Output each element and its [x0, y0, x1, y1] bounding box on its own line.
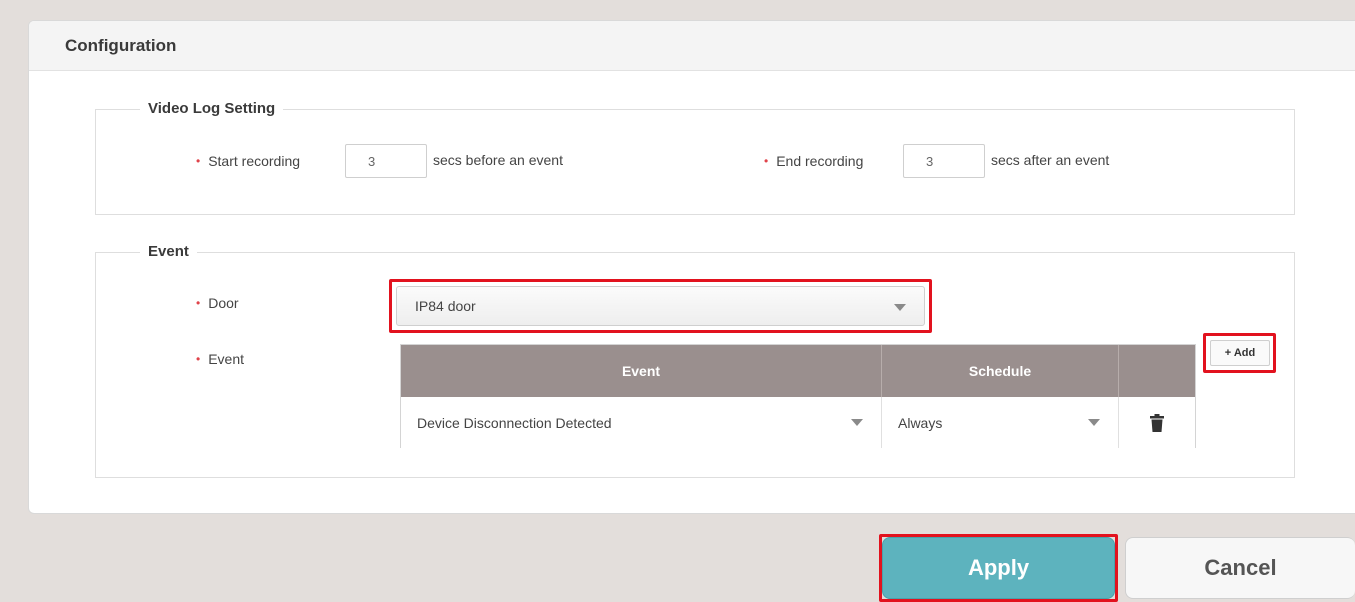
end-recording-label: • End recording — [764, 144, 863, 178]
video-log-fieldset: Video Log Setting • Start recording secs… — [95, 100, 1295, 215]
door-select[interactable]: IP84 door — [396, 286, 925, 326]
start-recording-text: Start recording — [208, 153, 301, 169]
trash-icon — [1150, 413, 1164, 432]
start-recording-input[interactable] — [345, 144, 427, 178]
door-label-text: Door — [208, 295, 239, 311]
required-bullet: • — [764, 154, 769, 168]
event-legend: Event — [140, 243, 197, 260]
start-recording-label: • Start recording — [196, 144, 300, 178]
event-label: • Event — [196, 351, 244, 367]
required-bullet: • — [196, 352, 201, 366]
chevron-down-icon — [851, 419, 863, 426]
required-bullet: • — [196, 154, 201, 168]
event-fieldset: Event • Door IP84 door • Event Event Sch… — [95, 243, 1295, 478]
delete-row-button[interactable] — [1119, 397, 1195, 448]
chevron-down-icon — [894, 304, 906, 311]
column-header-actions — [1119, 345, 1195, 397]
end-recording-text: End recording — [776, 153, 864, 169]
start-recording-suffix: secs before an event — [433, 152, 563, 168]
end-recording-suffix: secs after an event — [991, 152, 1110, 168]
video-log-legend: Video Log Setting — [140, 100, 284, 117]
add-event-button[interactable]: + Add — [1210, 340, 1270, 366]
table-row: Device Disconnection Detected Always — [401, 397, 1195, 448]
event-table: Event Schedule Device Disconnection Dete… — [400, 344, 1196, 448]
door-select-value: IP84 door — [415, 298, 476, 314]
chevron-down-icon — [1088, 419, 1100, 426]
column-header-event: Event — [401, 345, 882, 397]
cancel-button[interactable]: Cancel — [1125, 537, 1355, 599]
panel-title: Configuration — [29, 21, 1355, 71]
end-recording-input[interactable] — [903, 144, 985, 178]
column-header-schedule: Schedule — [882, 345, 1119, 397]
event-type-select[interactable]: Device Disconnection Detected — [401, 397, 882, 448]
schedule-value: Always — [898, 414, 943, 431]
apply-button[interactable]: Apply — [882, 537, 1115, 599]
required-bullet: • — [196, 296, 201, 310]
door-label: • Door — [196, 295, 239, 311]
event-label-text: Event — [208, 351, 245, 367]
schedule-select[interactable]: Always — [882, 397, 1119, 448]
event-table-header: Event Schedule — [401, 345, 1195, 397]
event-type-value: Device Disconnection Detected — [417, 414, 612, 431]
configuration-panel: Configuration Video Log Setting • Start … — [28, 20, 1355, 514]
